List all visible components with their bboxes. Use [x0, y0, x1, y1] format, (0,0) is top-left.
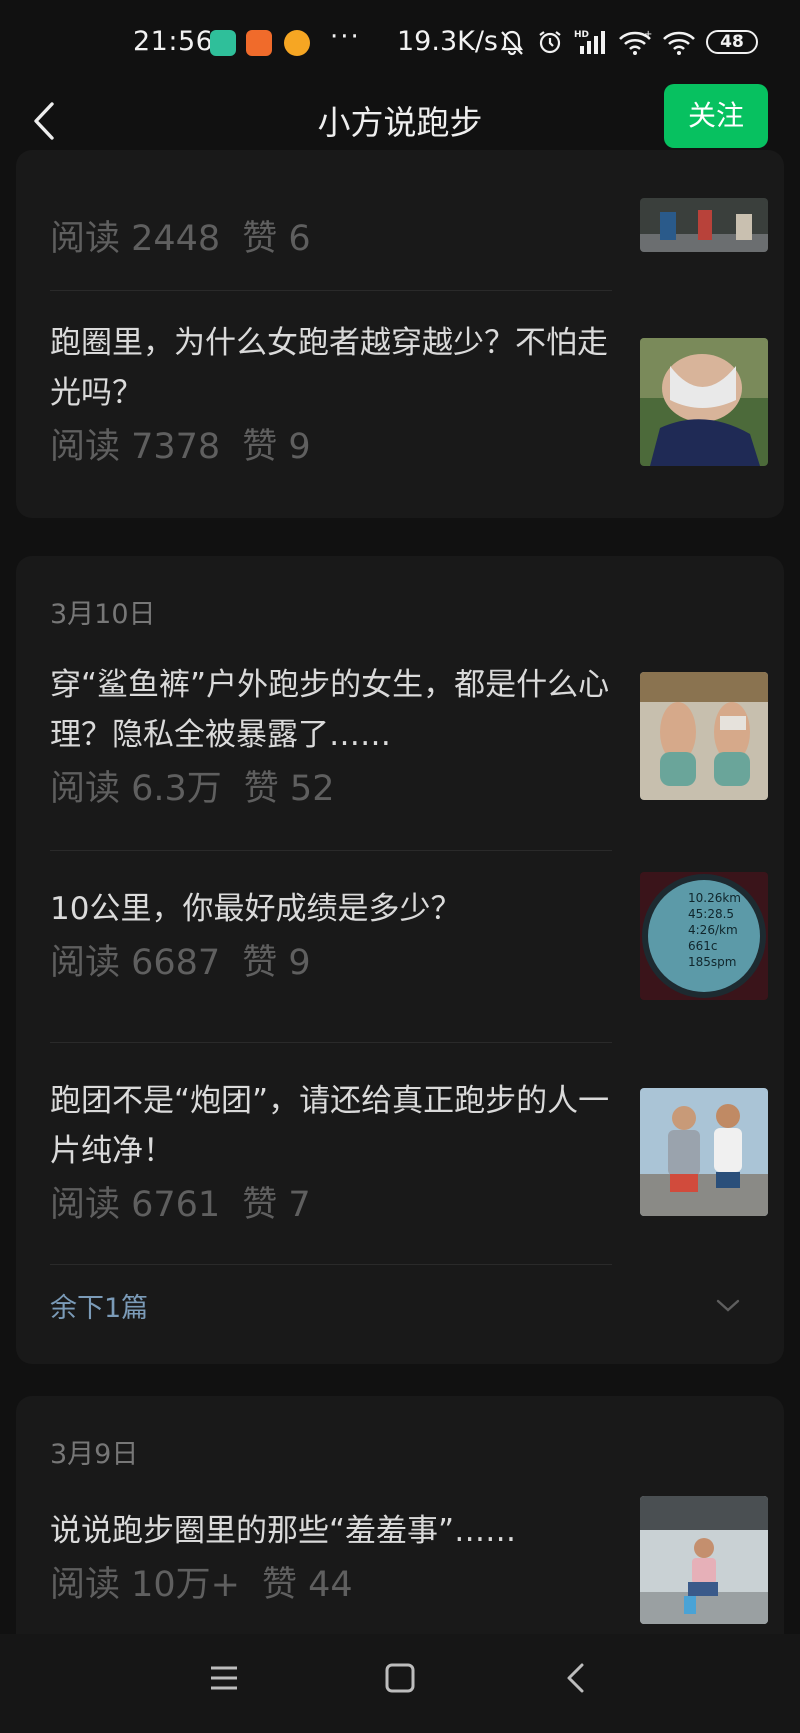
article-stats: 阅读 6.3万赞 52: [50, 760, 334, 811]
article-item[interactable]: 跑团不是“炮团”，请还给真正跑步的人一片纯净！ 阅读 6761 赞 7: [50, 1076, 768, 1225]
like-count: 赞 44: [262, 1565, 353, 1605]
follow-button[interactable]: 关注: [664, 84, 768, 148]
article-item[interactable]: 说说跑步圈里的那些“羞羞事”…… 阅读 10万+ 赞 44: [50, 1496, 768, 1646]
home-square-icon[interactable]: [384, 1662, 416, 1694]
article-title: 跑圈里，为什么女跑者越穿越少？不怕走光吗？: [50, 325, 608, 411]
watch-calories: 661c: [688, 939, 718, 953]
article-stats: 阅读 6761 赞 7: [50, 1176, 311, 1227]
watch-cadence: 185spm: [688, 955, 736, 969]
runner-woman-image: [640, 338, 768, 466]
alarm-icon: [539, 31, 561, 54]
svg-text:+: +: [644, 29, 652, 40]
article-item[interactable]: 穿“鲨鱼裤”户外跑步的女生，都是什么心理？隐私全被暴露了…… 阅读 6.3万赞 …: [50, 660, 768, 809]
runner-couple-image: [640, 1088, 768, 1216]
video-app-icon: [246, 30, 272, 56]
like-count: 赞 52: [243, 769, 335, 809]
article-thumbnail: 10.26km 45:28.5 4:26/km 661c 185spm: [640, 872, 768, 1000]
shield-app-icon: [210, 30, 236, 56]
weibo-app-icon: [284, 30, 310, 56]
gym-women-image: [640, 672, 768, 800]
read-count: 阅读 6.3万: [50, 769, 222, 809]
article-item[interactable]: 10公里，你最好成绩是多少？ 阅读 6687 赞 9 10.26km 45:28.…: [50, 872, 768, 1024]
article-stats: 阅读 7378 赞 9: [50, 418, 311, 469]
read-count: 阅读 6761: [50, 1185, 221, 1225]
article-item[interactable]: 跑圈里，为什么女跑者越穿越少？不怕走光吗？ 阅读 7378 赞 9: [50, 318, 768, 467]
menu-icon[interactable]: [208, 1662, 240, 1694]
status-time: 21:56: [133, 26, 214, 57]
article-title: 穿“鲨鱼裤”户外跑步的女生，都是什么心理？隐私全被暴露了……: [50, 667, 610, 753]
wifi-plus-icon: +: [619, 29, 652, 55]
runner-under-bridge-image: [640, 1496, 768, 1624]
article-title: 跑团不是“炮团”，请还给真正跑步的人一片纯净！: [50, 1083, 610, 1169]
article-group-card: 3月10日 穿“鲨鱼裤”户外跑步的女生，都是什么心理？隐私全被暴露了…… 阅读 …: [16, 556, 784, 1364]
sport-watch-image: 10.26km 45:28.5 4:26/km 661c 185spm: [640, 872, 768, 1000]
item-divider: [50, 850, 612, 851]
article-item[interactable]: 阅读 2448 赞 6: [50, 198, 768, 270]
item-divider: [50, 1042, 612, 1043]
back-triangle-icon[interactable]: [560, 1662, 592, 1694]
like-count: 赞 9: [242, 427, 311, 467]
article-thumbnail: [640, 198, 768, 252]
bell-off-icon: [500, 30, 524, 56]
wifi-icon: [663, 31, 695, 55]
watch-distance: 10.26km: [688, 891, 741, 905]
group-date: 3月9日: [50, 1439, 139, 1470]
group-date: 3月10日: [50, 599, 156, 630]
article-group-card: 阅读 2448 赞 6 跑圈里，为什么女跑者越穿越少？不怕走光吗？ 阅读 7378…: [16, 150, 784, 518]
hd-signal-icon: HD: [574, 30, 605, 54]
article-title: 说说跑步圈里的那些“羞羞事”……: [50, 1513, 517, 1549]
like-count: 赞 7: [242, 1185, 311, 1225]
article-title: 10公里，你最好成绩是多少？: [50, 891, 462, 927]
watch-time: 45:28.5: [688, 907, 734, 921]
item-divider: [50, 1264, 612, 1265]
status-bar: 21:56 ··· 19.3K/s HD + 48: [0, 0, 800, 82]
article-stats: 阅读 6687 赞 9: [50, 934, 311, 985]
show-more-row[interactable]: 余下1篇: [50, 1278, 768, 1338]
remaining-articles-label: 余下1篇: [50, 1293, 149, 1324]
article-stats: 阅读 2448 赞 6: [50, 210, 311, 261]
like-count: 赞 9: [242, 943, 311, 983]
svg-text:HD: HD: [574, 30, 589, 40]
read-count: 阅读 7378: [50, 427, 221, 467]
article-thumbnail: [640, 338, 768, 466]
chevron-down-icon: [716, 1299, 740, 1312]
net-speed: 19.3K/s: [397, 26, 498, 57]
article-thumbnail: [640, 1496, 768, 1624]
read-count: 阅读 6687: [50, 943, 221, 983]
article-thumbnail: [640, 672, 768, 800]
read-count: 阅读 10万+: [50, 1565, 240, 1605]
system-nav-bar: [0, 1634, 800, 1733]
item-divider: [50, 290, 612, 291]
battery-icon: 48: [706, 30, 758, 54]
article-thumbnail: [640, 1088, 768, 1216]
running-feet-image: [640, 198, 768, 252]
watch-pace: 4:26/km: [688, 923, 738, 937]
status-more: ···: [330, 22, 361, 52]
read-count: 阅读 2448: [50, 219, 221, 259]
like-count: 赞 6: [242, 219, 311, 259]
article-stats: 阅读 10万+ 赞 44: [50, 1556, 353, 1607]
status-icons: HD +: [498, 28, 696, 56]
